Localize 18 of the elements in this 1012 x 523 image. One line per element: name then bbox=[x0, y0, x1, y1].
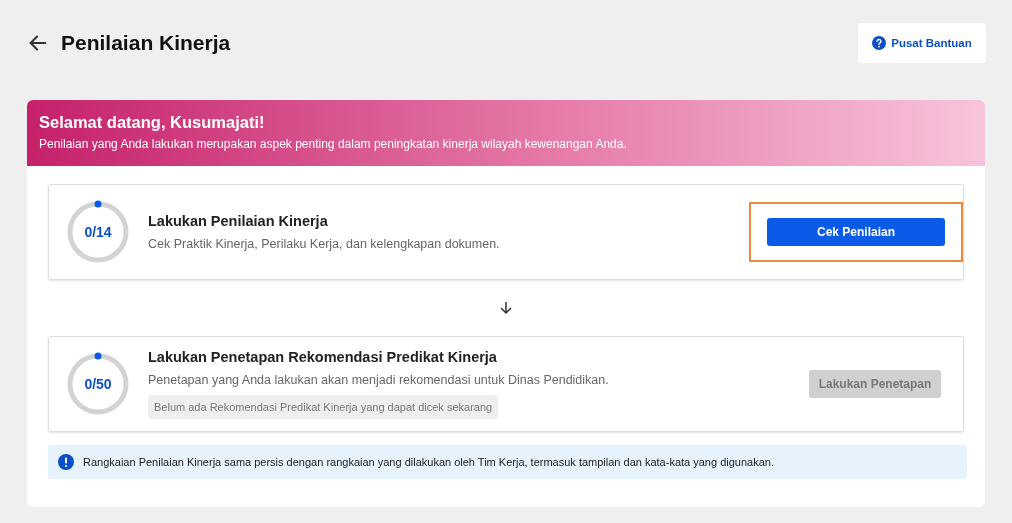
page-title: Penilaian Kinerja bbox=[61, 31, 231, 55]
progress-count: 0/14 bbox=[84, 224, 112, 240]
step-description: Cek Praktik Kinerja, Perilaku Kerja, dan kelengkapan dokumen. bbox=[148, 237, 501, 251]
progress-ring bbox=[66, 352, 130, 416]
step-title: Lakukan Penetapan Rekomendasi Predikat Kinerja bbox=[148, 349, 498, 365]
help-icon bbox=[872, 36, 887, 50]
welcome-title: Selamat datang, Kusumajati! bbox=[39, 113, 266, 132]
down-arrow-icon bbox=[499, 301, 513, 315]
info-text: Rangkaian Penilaian Kinerja sama persis dengan rangkaian yang dilakukan oleh Tim Kerja, termasuk tampilan dan kata-kata yang digunakan. bbox=[83, 456, 774, 468]
welcome-text: Penilaian yang Anda lakukan merupakan aspek penting dalam peningkatan kinerja wilayah kewenangan Anda. bbox=[39, 137, 628, 151]
step-description: Penetapan yang Anda lakukan akan menjadi rekomendasi untuk Dinas Pendidikan. bbox=[148, 373, 610, 387]
progress-count: 0/50 bbox=[84, 376, 112, 392]
status-note: Belum ada Rekomendasi Predikat Kinerja yang dapat dicek sekarang bbox=[148, 395, 499, 419]
help-center-button[interactable]: Pusat Bantuan bbox=[858, 23, 986, 63]
step-title: Lakukan Penilaian Kinerja bbox=[148, 213, 329, 229]
info-icon bbox=[58, 454, 74, 470]
action-button[interactable]: Cek Penilaian bbox=[767, 218, 945, 246]
progress-ring bbox=[66, 200, 130, 264]
